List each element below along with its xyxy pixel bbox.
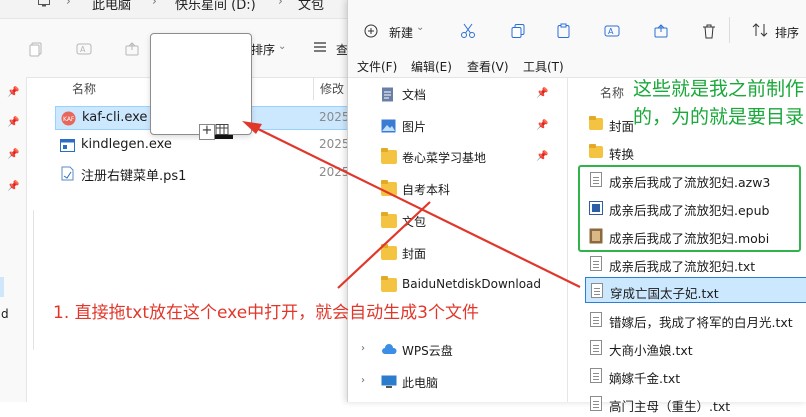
drag-arrow-overlay: [242, 121, 581, 289]
arrowhead-icon: [242, 121, 262, 134]
arrow-to-txt-file: [249, 124, 581, 288]
arrow-to-annotation: [337, 201, 431, 289]
